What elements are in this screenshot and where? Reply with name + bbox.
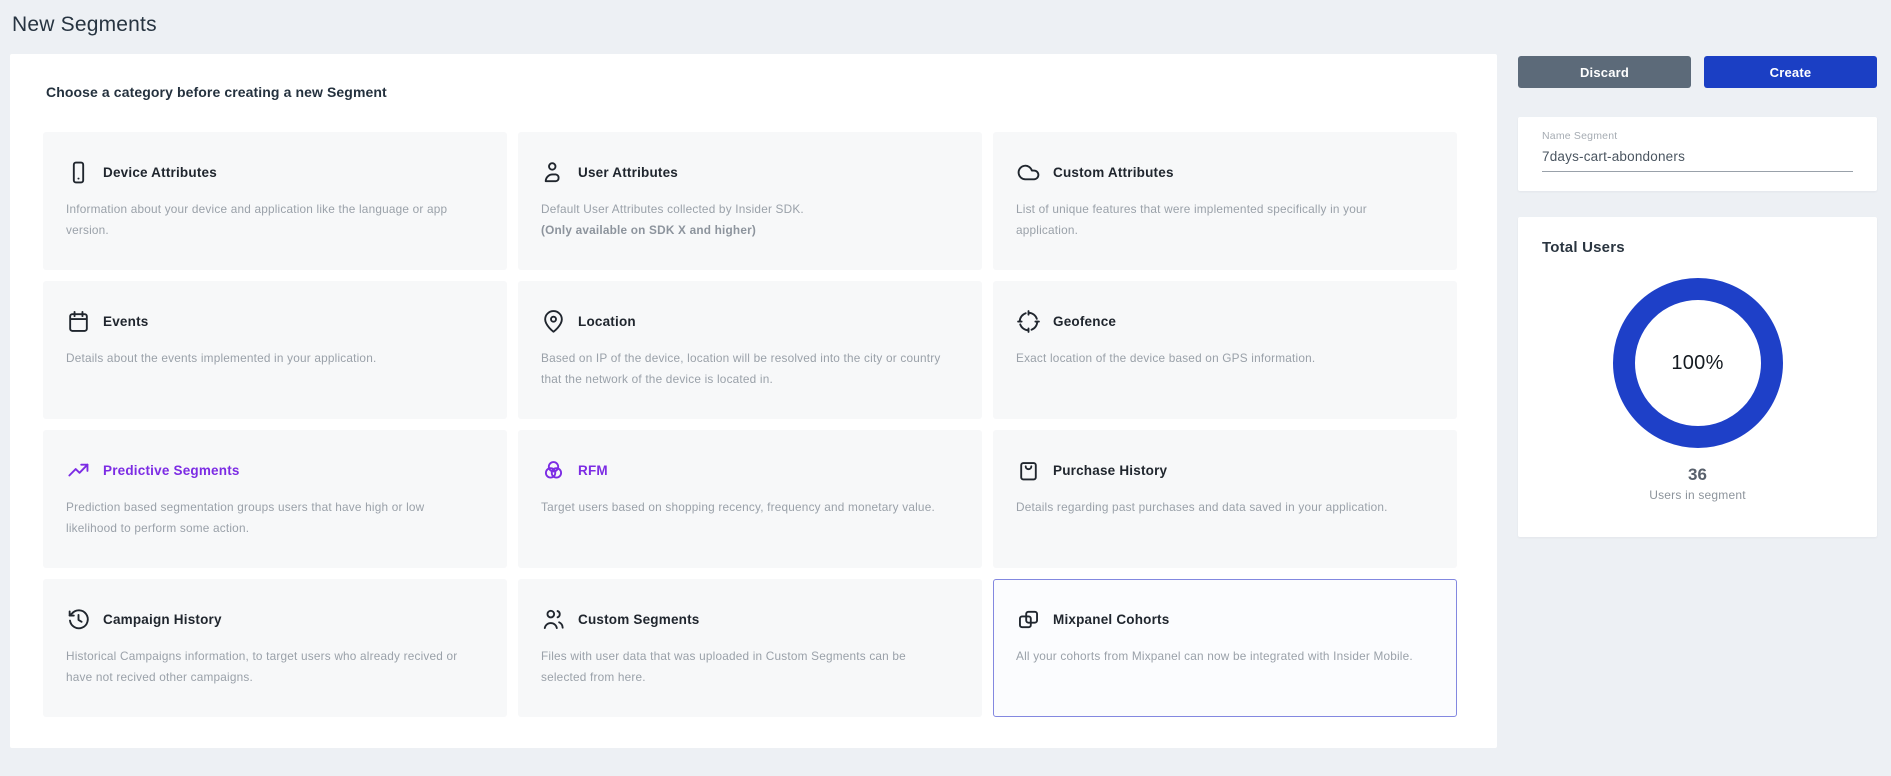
mobile-device-icon	[66, 160, 91, 185]
name-segment-card: Name Segment	[1518, 117, 1877, 191]
crosshair-icon	[1016, 309, 1041, 334]
integration-icon	[1016, 607, 1041, 632]
category-card-predictive-segments[interactable]: Predictive Segments Prediction based segm…	[43, 430, 507, 568]
cloud-icon	[1016, 160, 1041, 185]
category-description: Historical Campaigns information, to tar…	[66, 646, 476, 687]
category-card-header: Campaign History	[66, 607, 476, 632]
category-title: Location	[578, 314, 636, 329]
category-card-geofence[interactable]: Geofence Exact location of the device bas…	[993, 281, 1457, 419]
action-buttons: Discard Create	[1518, 56, 1877, 88]
category-title: Mixpanel Cohorts	[1053, 612, 1169, 627]
map-pin-icon	[541, 309, 566, 334]
category-title: Purchase History	[1053, 463, 1167, 478]
trending-up-icon	[66, 458, 91, 483]
user-icon	[541, 160, 566, 185]
category-card-header: Custom Attributes	[1016, 160, 1426, 185]
category-title: Campaign History	[103, 612, 222, 627]
category-grid: Device Attributes Information about your …	[43, 132, 1469, 717]
category-card-device-attributes[interactable]: Device Attributes Information about your …	[43, 132, 507, 270]
category-card-header: Custom Segments	[541, 607, 951, 632]
category-description: Default User Attributes collected by Ins…	[541, 199, 951, 220]
venn-diagram-icon	[541, 458, 566, 483]
category-card-header: Location	[541, 309, 951, 334]
category-card-header: RFM	[541, 458, 951, 483]
category-title: Device Attributes	[103, 165, 217, 180]
category-title: Custom Attributes	[1053, 165, 1174, 180]
name-segment-label: Name Segment	[1542, 130, 1853, 142]
create-button[interactable]: Create	[1704, 56, 1877, 88]
category-description: Details about the events implemented in …	[66, 348, 476, 369]
category-card-custom-attributes[interactable]: Custom Attributes List of unique features…	[993, 132, 1457, 270]
category-title: Events	[103, 314, 148, 329]
panel-heading: Choose a category before creating a new …	[46, 84, 1469, 100]
users-in-segment-caption: Users in segment	[1542, 488, 1853, 502]
calendar-icon	[66, 309, 91, 334]
category-card-header: Device Attributes	[66, 160, 476, 185]
category-description-note: (Only available on SDK X and higher)	[541, 220, 951, 241]
category-title: Custom Segments	[578, 612, 700, 627]
category-panel: Choose a category before creating a new …	[10, 54, 1497, 748]
category-description: Prediction based segmentation groups use…	[66, 497, 476, 538]
history-icon	[66, 607, 91, 632]
users-icon	[541, 607, 566, 632]
category-title: Geofence	[1053, 314, 1116, 329]
name-segment-input[interactable]	[1542, 144, 1853, 172]
category-description: Target users based on shopping recency, …	[541, 497, 951, 518]
donut-percent-label: 100%	[1671, 352, 1723, 375]
category-card-header: Predictive Segments	[66, 458, 476, 483]
total-users-card: Total Users 100% 36 Users in segment	[1518, 217, 1877, 537]
category-description: Details regarding past purchases and dat…	[1016, 497, 1426, 518]
total-users-donut-chart: 100%	[1613, 278, 1783, 448]
category-card-header: Geofence	[1016, 309, 1426, 334]
category-card-header: Mixpanel Cohorts	[1016, 607, 1426, 632]
category-description: Exact location of the device based on GP…	[1016, 348, 1426, 369]
category-card-user-attributes[interactable]: User Attributes Default User Attributes c…	[518, 132, 982, 270]
category-description: Information about your device and applic…	[66, 199, 476, 240]
category-title: RFM	[578, 463, 608, 478]
page-title: New Segments	[12, 13, 157, 37]
category-card-header: User Attributes	[541, 160, 951, 185]
category-description: Files with user data that was uploaded i…	[541, 646, 951, 687]
category-card-events[interactable]: Events Details about the events implement…	[43, 281, 507, 419]
sidebar: Discard Create Name Segment Total Users …	[1518, 56, 1877, 537]
category-card-location[interactable]: Location Based on IP of the device, locat…	[518, 281, 982, 419]
total-users-title: Total Users	[1542, 239, 1853, 256]
category-title: Predictive Segments	[103, 463, 240, 478]
category-card-campaign-history[interactable]: Campaign History Historical Campaigns inf…	[43, 579, 507, 717]
category-title: User Attributes	[578, 165, 678, 180]
shopping-bag-icon	[1016, 458, 1041, 483]
category-card-header: Purchase History	[1016, 458, 1426, 483]
category-card-custom-segments[interactable]: Custom Segments Files with user data that…	[518, 579, 982, 717]
category-card-header: Events	[66, 309, 476, 334]
category-card-rfm[interactable]: RFM Target users based on shopping recenc…	[518, 430, 982, 568]
discard-button[interactable]: Discard	[1518, 56, 1691, 88]
category-card-mixpanel-cohorts[interactable]: Mixpanel Cohorts All your cohorts from Mi…	[993, 579, 1457, 717]
category-description: List of unique features that were implem…	[1016, 199, 1426, 240]
users-in-segment-count: 36	[1542, 465, 1853, 485]
category-description: Based on IP of the device, location will…	[541, 348, 951, 389]
category-card-purchase-history[interactable]: Purchase History Details regarding past p…	[993, 430, 1457, 568]
category-description: All your cohorts from Mixpanel can now b…	[1016, 646, 1426, 667]
